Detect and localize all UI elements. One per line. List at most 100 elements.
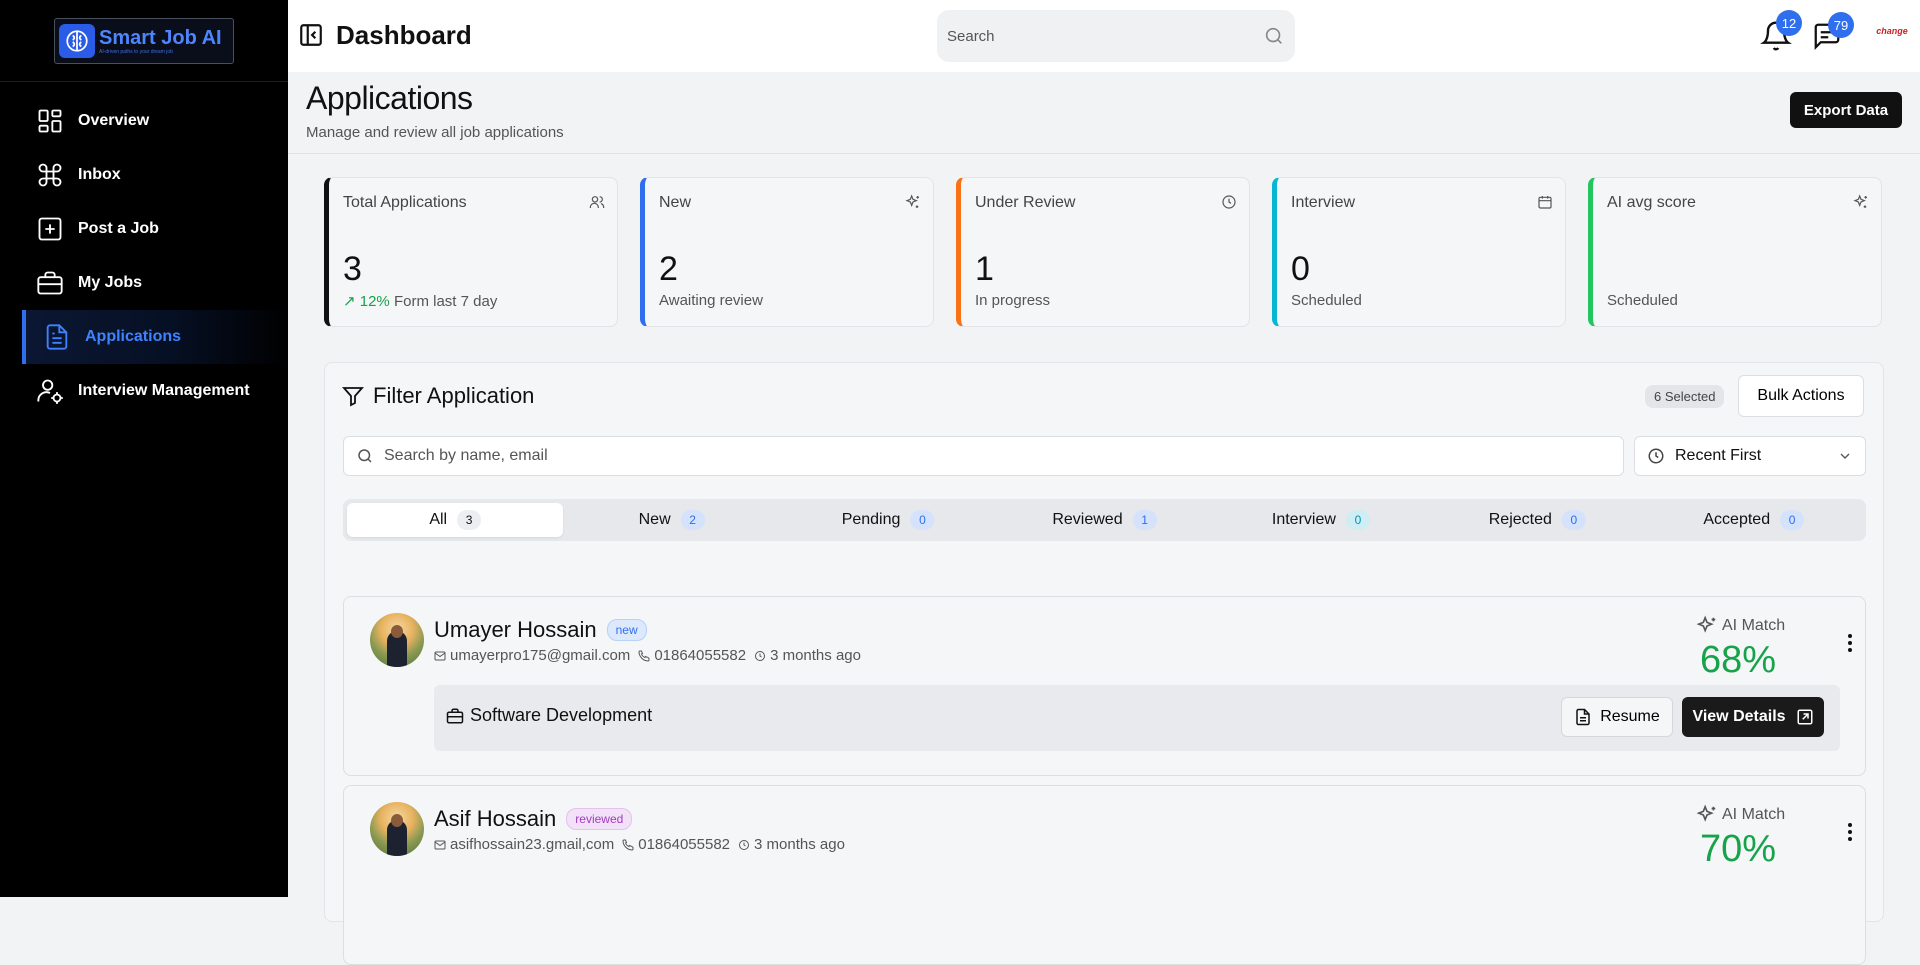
tab-label: All — [429, 511, 448, 528]
mail-icon — [434, 651, 446, 660]
sparkles-icon — [1696, 615, 1716, 633]
sort-value: Recent First — [1675, 447, 1762, 464]
application-card: Umayer Hossain new umayerpro175@gmail.co… — [343, 596, 1866, 776]
resume-label: Resume — [1600, 708, 1660, 725]
tab-pending[interactable]: Pending 0 — [780, 503, 996, 537]
page-header: Applications Manage and review all job a… — [288, 72, 1920, 154]
sidebar-item-label: My Jobs — [78, 274, 143, 291]
more-options-icon[interactable] — [1847, 633, 1853, 653]
view-details-button[interactable]: View Details — [1682, 697, 1824, 737]
logo-area: Smart Job AI AI-driven paths to your dre… — [0, 0, 288, 82]
candidate-email: asifhossain23.gmail,com — [450, 836, 615, 853]
topbar: Dashboard 12 79 change — [288, 0, 1920, 72]
applied-time: 3 months ago — [754, 836, 845, 853]
sidebar-item-label: Overview — [78, 112, 150, 129]
page-title: Applications — [306, 80, 473, 116]
ai-match-label: AI Match — [1696, 615, 1785, 637]
tab-rejected[interactable]: Rejected 0 — [1429, 503, 1645, 537]
brand-logo[interactable]: Smart Job AI AI-driven paths to your dre… — [54, 17, 234, 64]
sidebar-toggle-icon[interactable] — [298, 22, 324, 48]
search-icon[interactable] — [1263, 25, 1285, 47]
user-avatar[interactable]: change — [1866, 26, 1918, 46]
tab-new[interactable]: New 2 — [563, 503, 779, 537]
stat-card-interview: Interview 0 Scheduled — [1272, 177, 1566, 327]
ai-match-score: 68% — [1700, 639, 1777, 681]
sidebar-item-label: Applications — [85, 328, 182, 345]
phone-icon — [638, 650, 650, 662]
application-search-input[interactable] — [384, 447, 1584, 465]
sidebar-item-inbox[interactable]: Inbox — [0, 148, 288, 202]
tab-reviewed[interactable]: Reviewed 1 — [996, 503, 1212, 537]
sort-select[interactable]: Recent First — [1634, 436, 1866, 476]
view-details-label: View Details — [1692, 708, 1786, 725]
global-search-input[interactable] — [947, 27, 1227, 45]
tab-count: 0 — [1780, 510, 1805, 530]
sidebar-item-label: Interview Management — [78, 382, 250, 399]
tab-count: 0 — [1561, 510, 1586, 530]
candidate-name-row: Umayer Hossain new — [434, 617, 647, 643]
file-icon — [1576, 708, 1590, 726]
sidebar-item-overview[interactable]: Overview — [0, 94, 288, 148]
export-data-button[interactable]: Export Data — [1790, 92, 1902, 128]
candidate-name[interactable]: Umayer Hossain — [434, 617, 597, 643]
stat-label: New — [659, 194, 692, 211]
stat-label: Interview — [1291, 194, 1356, 211]
stat-label: AI avg score — [1607, 194, 1696, 211]
search-icon — [358, 449, 372, 463]
notifications-button[interactable]: 12 — [1760, 10, 1802, 54]
job-title-text: Software Development — [470, 705, 653, 725]
stat-card-new: New 2 Awaiting review — [640, 177, 934, 327]
external-link-icon — [1797, 709, 1813, 725]
brand-tagline: AI-driven paths to your dream job — [99, 48, 173, 55]
tab-label: Accepted — [1703, 511, 1771, 528]
avatar — [370, 802, 424, 856]
brain-icon — [59, 23, 95, 58]
command-icon — [38, 163, 62, 187]
main-content: Applications Manage and review all job a… — [288, 72, 1920, 965]
stat-value: 0 — [1291, 250, 1310, 288]
chevron-down-icon — [1840, 453, 1850, 459]
ai-match-text: AI Match — [1722, 617, 1786, 634]
user-gear-icon — [37, 379, 63, 404]
topbar-title: Dashboard — [336, 20, 472, 50]
tab-label: Rejected — [1488, 511, 1552, 528]
stat-sub: ↗ 12% Form last 7 day — [343, 292, 497, 310]
tab-interview[interactable]: Interview 0 — [1213, 503, 1429, 537]
sidebar-item-my-jobs[interactable]: My Jobs — [0, 256, 288, 310]
clock-icon — [1648, 448, 1664, 464]
messages-badge: 79 — [1828, 12, 1854, 38]
messages-button[interactable]: 79 — [1812, 12, 1854, 54]
bulk-actions-button[interactable]: Bulk Actions — [1738, 375, 1864, 417]
status-badge: new — [606, 619, 647, 641]
resume-button[interactable]: Resume — [1561, 697, 1673, 737]
calendar-icon — [1538, 196, 1552, 209]
stat-sub: In progress — [975, 292, 1051, 309]
notifications-badge: 12 — [1776, 10, 1802, 36]
tab-count: 1 — [1132, 510, 1157, 530]
stat-card-total: Total Applications 3 ↗ 12% Form last 7 d… — [324, 177, 618, 327]
sidebar-item-post-job[interactable]: Post a Job — [0, 202, 288, 256]
selected-count-badge: 6 Selected — [1645, 385, 1725, 408]
clock-icon — [739, 839, 750, 850]
brand-name: Smart Job AI — [99, 26, 222, 49]
tab-count: 3 — [457, 510, 482, 530]
stat-trend: 12% — [359, 293, 390, 310]
stat-label: Under Review — [975, 194, 1076, 211]
tab-label: Interview — [1271, 511, 1336, 528]
stat-sub: Awaiting review — [659, 292, 763, 309]
phone-icon — [622, 839, 634, 851]
sidebar: Smart Job AI AI-driven paths to your dre… — [0, 0, 288, 897]
mail-icon — [434, 840, 446, 849]
stats-row: Total Applications 3 ↗ 12% Form last 7 d… — [324, 177, 1882, 327]
clock-icon — [755, 650, 766, 661]
tab-accepted[interactable]: Accepted 0 — [1646, 503, 1862, 537]
tab-count: 2 — [680, 510, 705, 530]
global-search — [937, 10, 1295, 62]
grid-icon — [38, 109, 62, 133]
sidebar-item-interview-management[interactable]: Interview Management — [0, 364, 288, 418]
tab-all[interactable]: All 3 — [347, 503, 564, 537]
filter-title: Filter Application — [341, 383, 534, 409]
candidate-name[interactable]: Asif Hossain — [434, 806, 556, 832]
more-options-icon[interactable] — [1847, 822, 1853, 842]
sidebar-item-applications[interactable]: Applications — [22, 310, 288, 364]
